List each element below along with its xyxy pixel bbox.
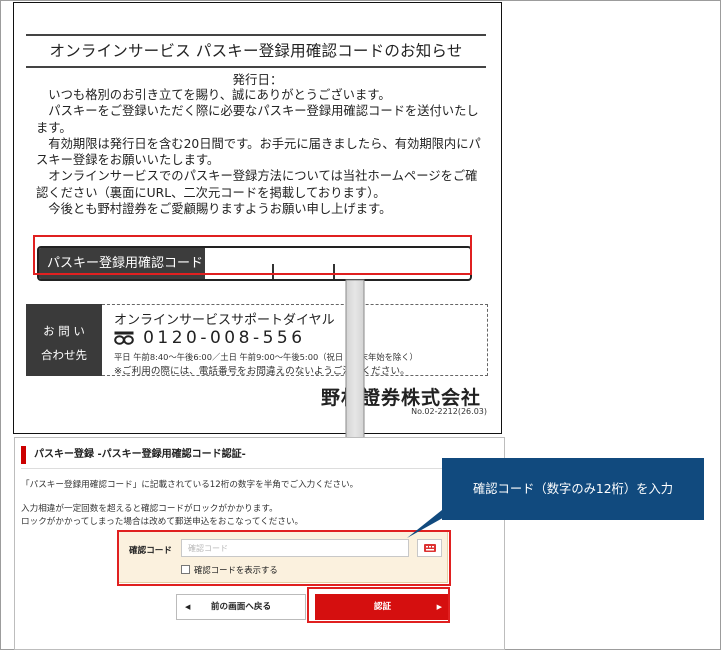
chevron-left-icon: ◀: [185, 603, 191, 611]
callout-box: 確認コード（数字のみ12桁）を入力: [442, 458, 704, 520]
letter-paragraph: いつも格別のお引き立てを賜り、誠にありがとうございます。: [48, 88, 391, 102]
callout-text: 確認コード（数字のみ12桁）を入力: [472, 482, 674, 496]
phone-number: 0120-008-556: [143, 327, 306, 348]
contact-label-line: お 問 い: [43, 324, 85, 338]
letter-title: オンラインサービス パスキー登録用確認コードのお知らせ: [26, 34, 486, 68]
input-highlight-frame: [117, 530, 451, 586]
lock-note: 入力相違が一定回数を超えると確認コードがロックがかかります。: [21, 504, 278, 514]
letter-paragraph: パスキーをご登録いただく際に必要なパスキー登録用確認コードを送付いたします。: [36, 104, 479, 135]
back-button[interactable]: ◀ 前の画面へ戻る: [176, 594, 306, 620]
contact-section: お 問 い 合わせ先 オンラインサービスサポートダイヤル 0120-008-55…: [26, 304, 488, 377]
header-divider: [21, 468, 497, 469]
support-dial-name: オンラインサービスサポートダイヤル: [114, 313, 335, 328]
button-highlight-frame: [307, 587, 450, 623]
letter-body: いつも格別のお引き立てを賜り、誠にありがとうございます。 パスキーをご登録いただ…: [36, 87, 488, 217]
code-highlight-frame: [33, 235, 472, 275]
contact-label-line: 合わせ先: [41, 348, 87, 362]
instruction-text: 「パスキー登録用確認コード」に記載されている12桁の数字を半角でご入力ください。: [21, 480, 359, 490]
issue-date-label: 発行日：: [232, 72, 283, 87]
letter-paragraph: 有効期限は発行日を含む20日間です。お手元に届きましたら、有効期限内にパスキー登…: [36, 136, 481, 168]
document-number: No.02-2212(26.03): [411, 407, 487, 416]
lock-note: ロックがかかってしまった場合は改めて郵送申込をおこなってください。: [21, 517, 304, 527]
letter-paragraph: オンラインサービスでのパスキー登録方法については当社ホームページをご確認ください…: [36, 169, 478, 200]
passkey-notice-letter: オンラインサービス パスキー登録用確認コードのお知らせ 発行日： いつも格別のお…: [13, 2, 502, 434]
contact-label: お 問 い 合わせ先: [26, 304, 102, 376]
freedial-icon: [114, 331, 134, 345]
page-title: パスキー登録 -パスキー登録用確認コード認証-: [21, 446, 497, 464]
back-button-label: 前の画面へ戻る: [210, 602, 272, 612]
contact-info: オンラインサービスサポートダイヤル 0120-008-556 平日 午前8:40…: [102, 304, 488, 377]
phone-row: 0120-008-556: [114, 327, 306, 349]
letter-paragraph: 今後とも野村證券をご愛顧賜りますようお願い申し上げます。: [48, 202, 392, 217]
